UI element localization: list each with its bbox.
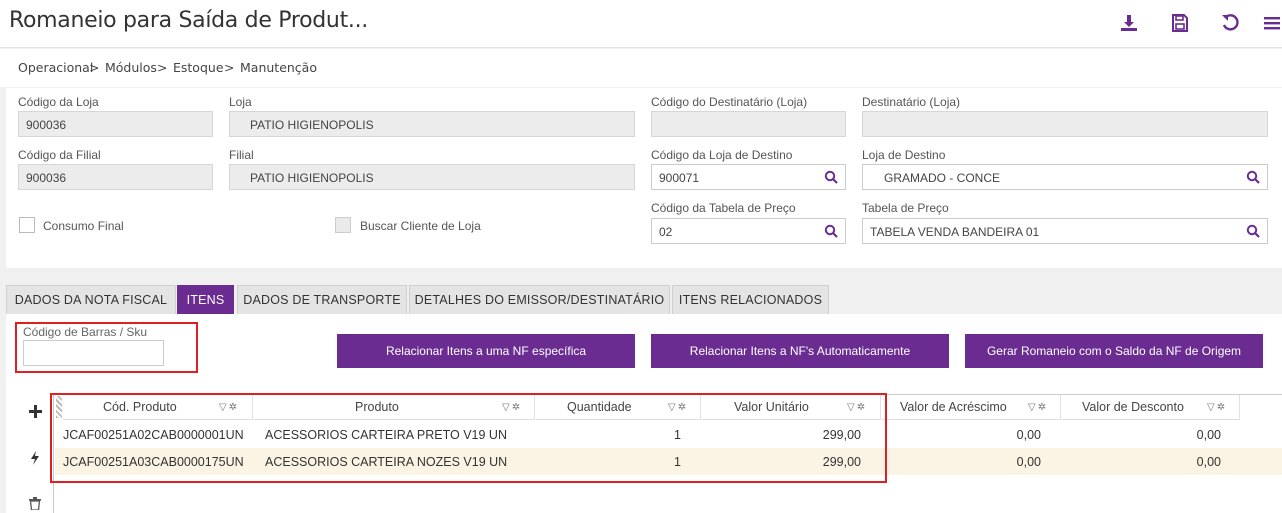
search-icon — [1246, 224, 1260, 238]
trash-icon[interactable] — [27, 495, 43, 511]
tab-dados-nota-fiscal[interactable]: DADOS DA NOTA FISCAL — [6, 285, 176, 314]
filial-field[interactable]: PATIO HIGIENOPOLIS — [229, 164, 635, 190]
column-header-label: Valor de Acréscimo — [900, 400, 1007, 414]
cell-desconto: 0,00 — [1196, 455, 1221, 469]
breadcrumb-modulos[interactable]: Módulos — [105, 60, 157, 75]
breadcrumb-separator: > — [224, 60, 235, 75]
search-icon — [824, 224, 838, 238]
consumo-final-checkbox[interactable] — [19, 217, 35, 233]
column-header-label: Valor de Desconto — [1082, 400, 1184, 414]
search-icon — [824, 170, 838, 184]
loja-field[interactable]: PATIO HIGIENOPOLIS — [229, 111, 635, 137]
breadcrumb-estoque[interactable]: Estoque — [173, 60, 224, 75]
relacionar-nf-especifica-button[interactable]: Relacionar Itens a uma NF específica — [337, 334, 635, 368]
save-icon[interactable] — [1169, 12, 1191, 34]
tab-itens-relacionados[interactable]: ITENS RELACIONADOS — [672, 285, 829, 314]
menu-icon[interactable] — [1261, 12, 1282, 34]
lightning-icon[interactable] — [27, 450, 43, 466]
search-icon — [1246, 170, 1260, 184]
buscar-cliente-checkbox[interactable] — [335, 217, 351, 233]
consumo-final-label: Consumo Final — [43, 219, 124, 233]
codigo-tabela-preco-label: Código da Tabela de Preço — [651, 201, 796, 215]
relacionar-nf-automatico-button[interactable]: Relacionar Itens a NF's Automaticamente — [651, 334, 949, 368]
refresh-icon[interactable] — [1219, 12, 1241, 34]
tabela-preco-field[interactable]: TABELA VENDA BANDEIRA 01 — [862, 218, 1239, 244]
cell-desconto: 0,00 — [1196, 428, 1221, 442]
loja-destino-label: Loja de Destino — [862, 148, 946, 162]
add-icon[interactable] — [27, 403, 43, 419]
codigo-loja-field[interactable]: 900036 — [18, 111, 213, 137]
codigo-filial-label: Código da Filial — [18, 148, 101, 162]
codigo-destinatario-label: Código do Destinatário (Loja) — [651, 95, 808, 109]
cell-acrescimo: 0,00 — [1016, 455, 1041, 469]
grid-highlight — [50, 393, 887, 483]
codigo-filial-field[interactable]: 900036 — [18, 164, 213, 190]
cell-acrescimo: 0,00 — [1016, 428, 1041, 442]
breadcrumb-separator: > — [157, 60, 168, 75]
tabela-preco-label: Tabela de Preço — [862, 201, 949, 215]
codigo-tabela-preco-field[interactable]: 02 — [651, 218, 817, 244]
tab-detalhes-emissor[interactable]: DETALHES DO EMISSOR/DESTINATÁRIO — [409, 285, 670, 314]
filial-label: Filial — [229, 148, 254, 162]
search-codigo-loja-destino-button[interactable] — [816, 164, 846, 190]
codigo-loja-destino-field[interactable]: 900071 — [651, 164, 817, 190]
search-tabela-preco-button[interactable] — [1238, 218, 1268, 244]
loja-destino-field[interactable]: GRAMADO - CONCE — [862, 164, 1239, 190]
search-codigo-tabela-preco-button[interactable] — [816, 218, 846, 244]
filter-icon[interactable]: ▽✲ — [1028, 402, 1048, 413]
destinatario-field[interactable] — [862, 111, 1268, 137]
codigo-loja-destino-label: Código da Loja de Destino — [651, 148, 793, 162]
filter-icon[interactable]: ▽✲ — [1207, 402, 1227, 413]
download-icon[interactable] — [1118, 12, 1140, 34]
breadcrumb-separator: > — [89, 60, 100, 75]
tab-dados-transporte[interactable]: DADOS DE TRANSPORTE — [237, 285, 407, 314]
breadcrumb: Operacional > Módulos > Estoque > Manute… — [0, 49, 1282, 87]
breadcrumb-manutencao[interactable]: Manutenção — [240, 60, 317, 75]
column-header-valor-desconto[interactable]: Valor de Desconto ▽✲ — [1062, 395, 1240, 420]
barcode-highlight — [15, 322, 198, 373]
title-bar: Romaneio para Saída de Produt... — [0, 0, 1282, 48]
search-loja-destino-button[interactable] — [1238, 164, 1268, 190]
column-header-valor-acrescimo[interactable]: Valor de Acréscimo ▽✲ — [882, 395, 1061, 420]
buscar-cliente-label: Buscar Cliente de Loja — [360, 219, 481, 233]
codigo-destinatario-field[interactable] — [651, 111, 846, 137]
grid-sidebar — [16, 394, 54, 513]
codigo-loja-label: Código da Loja — [18, 95, 99, 109]
gerar-romaneio-button[interactable]: Gerar Romaneio com o Saldo da NF de Orig… — [965, 334, 1263, 368]
tab-itens[interactable]: ITENS — [177, 285, 234, 314]
page-title: Romaneio para Saída de Produt... — [9, 8, 368, 33]
breadcrumb-operacional[interactable]: Operacional — [18, 60, 93, 75]
destinatario-label: Destinatário (Loja) — [862, 95, 961, 109]
loja-label: Loja — [229, 95, 252, 109]
